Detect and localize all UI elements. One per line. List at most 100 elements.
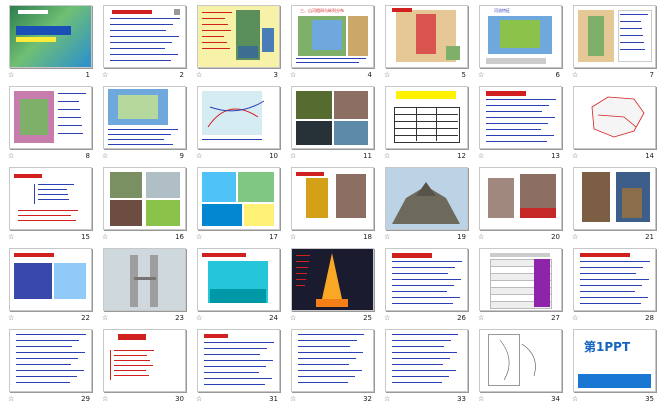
slide-preview-33[interactable] xyxy=(385,329,468,392)
slide-preview-1[interactable] xyxy=(9,5,92,68)
slide-thumbnail-13[interactable]: ☆ 13 xyxy=(474,83,564,163)
slide-preview-24[interactable] xyxy=(197,248,280,311)
slide-preview-31[interactable] xyxy=(197,329,280,392)
star-icon[interactable]: ☆ xyxy=(102,395,108,403)
slide-thumbnail-33[interactable]: ☆ 33 xyxy=(380,326,470,406)
slide-preview-29[interactable] xyxy=(9,329,92,392)
slide-preview-32[interactable] xyxy=(291,329,374,392)
slide-thumbnail-25[interactable]: ☆ 25 xyxy=(286,245,376,325)
slide-preview-27[interactable] xyxy=(479,248,562,311)
star-icon[interactable]: ☆ xyxy=(478,233,484,241)
slide-thumbnail-21[interactable]: ☆ 21 xyxy=(568,164,658,244)
slide-preview-3[interactable] xyxy=(197,5,280,68)
slide-thumbnail-22[interactable]: ☆ 22 xyxy=(4,245,94,325)
star-icon[interactable]: ☆ xyxy=(384,152,390,160)
star-icon[interactable]: ☆ xyxy=(196,314,202,322)
star-icon[interactable]: ☆ xyxy=(8,152,14,160)
slide-thumbnail-19[interactable]: ☆ 19 xyxy=(380,164,470,244)
star-icon[interactable]: ☆ xyxy=(290,395,296,403)
slide-preview-17[interactable] xyxy=(197,167,280,230)
slide-thumbnail-8[interactable]: ☆ 8 xyxy=(4,83,94,163)
star-icon[interactable]: ☆ xyxy=(8,395,14,403)
star-icon[interactable]: ☆ xyxy=(572,152,578,160)
slide-thumbnail-31[interactable]: ☆ 31 xyxy=(192,326,282,406)
star-icon[interactable]: ☆ xyxy=(290,152,296,160)
star-icon[interactable]: ☆ xyxy=(290,314,296,322)
slide-thumbnail-23[interactable]: ☆ 23 xyxy=(98,245,188,325)
star-icon[interactable]: ☆ xyxy=(572,233,578,241)
slide-thumbnail-24[interactable]: ☆ 24 xyxy=(192,245,282,325)
star-icon[interactable]: ☆ xyxy=(384,395,390,403)
slide-preview-8[interactable] xyxy=(9,86,92,149)
slide-thumbnail-20[interactable]: ☆ 20 xyxy=(474,164,564,244)
star-icon[interactable]: ☆ xyxy=(290,233,296,241)
slide-preview-15[interactable] xyxy=(9,167,92,230)
star-icon[interactable]: ☆ xyxy=(384,314,390,322)
slide-thumbnail-34[interactable]: ☆ 34 xyxy=(474,326,564,406)
star-icon[interactable]: ☆ xyxy=(196,71,202,79)
star-icon[interactable]: ☆ xyxy=(8,233,14,241)
slide-thumbnail-16[interactable]: ☆ 16 xyxy=(98,164,188,244)
star-icon[interactable]: ☆ xyxy=(478,395,484,403)
slide-thumbnail-29[interactable]: ☆ 29 xyxy=(4,326,94,406)
slide-preview-5[interactable] xyxy=(385,5,468,68)
slide-preview-7[interactable] xyxy=(573,5,656,68)
slide-preview-13[interactable] xyxy=(479,86,562,149)
star-icon[interactable]: ☆ xyxy=(8,314,14,322)
slide-preview-2[interactable] xyxy=(103,5,186,68)
slide-thumbnail-10[interactable]: ☆ 10 xyxy=(192,83,282,163)
star-icon[interactable]: ☆ xyxy=(196,395,202,403)
slide-preview-18[interactable] xyxy=(291,167,374,230)
slide-thumbnail-9[interactable]: ☆ 9 xyxy=(98,83,188,163)
star-icon[interactable]: ☆ xyxy=(102,314,108,322)
slide-preview-26[interactable] xyxy=(385,248,468,311)
slide-preview-19[interactable] xyxy=(385,167,468,230)
slide-preview-6[interactable]: 河流特征 xyxy=(479,5,562,68)
slide-thumbnail-18[interactable]: ☆ 18 xyxy=(286,164,376,244)
slide-thumbnail-7[interactable]: ☆ 7 xyxy=(568,2,658,82)
slide-preview-12[interactable] xyxy=(385,86,468,149)
slide-thumbnail-35[interactable]: 第1PPT ☆ 35 xyxy=(568,326,658,406)
slide-thumbnail-30[interactable]: ☆ 30 xyxy=(98,326,188,406)
slide-preview-14[interactable] xyxy=(573,86,656,149)
star-icon[interactable]: ☆ xyxy=(196,152,202,160)
slide-thumbnail-17[interactable]: ☆ 17 xyxy=(192,164,282,244)
slide-thumbnail-3[interactable]: ☆ 3 xyxy=(192,2,282,82)
star-icon[interactable]: ☆ xyxy=(478,314,484,322)
star-icon[interactable]: ☆ xyxy=(102,71,108,79)
slide-preview-30[interactable] xyxy=(103,329,186,392)
slide-preview-25[interactable] xyxy=(291,248,374,311)
star-icon[interactable]: ☆ xyxy=(196,233,202,241)
slide-preview-23[interactable] xyxy=(103,248,186,311)
slide-thumbnail-32[interactable]: ☆ 32 xyxy=(286,326,376,406)
slide-preview-4[interactable]: 三、山河相间与纵列分布 xyxy=(291,5,374,68)
slide-preview-10[interactable] xyxy=(197,86,280,149)
star-icon[interactable]: ☆ xyxy=(290,71,296,79)
slide-preview-21[interactable] xyxy=(573,167,656,230)
slide-thumbnail-12[interactable]: ☆ 12 xyxy=(380,83,470,163)
slide-thumbnail-28[interactable]: ☆ 28 xyxy=(568,245,658,325)
star-icon[interactable]: ☆ xyxy=(384,71,390,79)
slide-thumbnail-5[interactable]: ☆ 5 xyxy=(380,2,470,82)
slide-thumbnail-14[interactable]: ☆ 14 xyxy=(568,83,658,163)
slide-thumbnail-27[interactable]: ☆ 27 xyxy=(474,245,564,325)
slide-preview-16[interactable] xyxy=(103,167,186,230)
slide-thumbnail-15[interactable]: ☆ 15 xyxy=(4,164,94,244)
star-icon[interactable]: ☆ xyxy=(384,233,390,241)
star-icon[interactable]: ☆ xyxy=(8,71,14,79)
slide-thumbnail-11[interactable]: ☆ 11 xyxy=(286,83,376,163)
slide-thumbnail-1[interactable]: ☆ 1 xyxy=(4,2,94,82)
star-icon[interactable]: ☆ xyxy=(572,395,578,403)
slide-preview-20[interactable] xyxy=(479,167,562,230)
star-icon[interactable]: ☆ xyxy=(572,71,578,79)
star-icon[interactable]: ☆ xyxy=(102,152,108,160)
slide-preview-34[interactable] xyxy=(479,329,562,392)
slide-thumbnail-6[interactable]: 河流特征 ☆ 6 xyxy=(474,2,564,82)
slide-thumbnail-2[interactable]: ☆ 2 xyxy=(98,2,188,82)
slide-thumbnail-4[interactable]: 三、山河相间与纵列分布 ☆ 4 xyxy=(286,2,376,82)
slide-preview-9[interactable] xyxy=(103,86,186,149)
star-icon[interactable]: ☆ xyxy=(478,152,484,160)
slide-preview-22[interactable] xyxy=(9,248,92,311)
star-icon[interactable]: ☆ xyxy=(478,71,484,79)
slide-thumbnail-26[interactable]: ☆ 26 xyxy=(380,245,470,325)
